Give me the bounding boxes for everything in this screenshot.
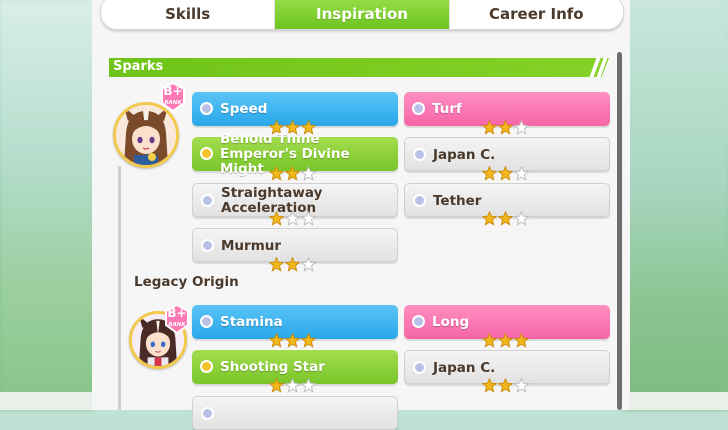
horse-girl-portrait-icon [116,105,176,165]
star-empty-icon [301,378,316,393]
star-filled-icon [498,378,513,393]
star-filled-icon [498,211,513,226]
skill-spark-icon [201,194,214,207]
spark-stars [482,333,529,349]
star-empty-icon [301,257,316,272]
spark-stars [482,211,529,227]
spark-stars [269,257,316,273]
star-filled-icon [514,333,529,348]
spark-name: Long [432,313,470,330]
spark-partial[interactable] [192,396,398,430]
star-filled-icon [498,333,513,348]
spark-stars [482,166,529,182]
rank-grade: B+ [167,306,187,320]
rank-grade: B+ [163,84,183,98]
unique-spark-icon [200,147,213,160]
spark-name: Speed [220,100,268,117]
spark-stars [269,166,316,182]
star-filled-icon [285,166,300,181]
star-empty-icon [514,211,529,226]
legacy-origin-header: Legacy Origin [134,274,239,290]
spark-name: Tether [433,192,482,209]
star-filled-icon [498,120,513,135]
star-filled-icon [498,166,513,181]
star-filled-icon [269,333,284,348]
star-filled-icon [482,211,497,226]
background-left [0,0,95,410]
spark-stars [482,120,529,136]
rank-label: RANK [168,322,186,328]
star-filled-icon [285,257,300,272]
tab-bar: Skills Inspiration Career Info [100,0,624,30]
star-filled-icon [482,378,497,393]
star-filled-icon [285,333,300,348]
tab-label: Skills [165,5,211,23]
star-filled-icon [269,257,284,272]
star-filled-icon [269,211,284,226]
lineage-connector [118,166,121,410]
star-empty-icon [285,378,300,393]
scrollbar[interactable] [617,52,622,410]
star-filled-icon [269,166,284,181]
spark-stars [269,211,316,227]
star-filled-icon [301,333,316,348]
spark-stars [269,333,316,349]
tab-inspiration[interactable]: Inspiration [274,0,450,29]
star-empty-icon [514,378,529,393]
star-empty-icon [301,211,316,226]
star-empty-icon [514,166,529,181]
star-filled-icon [482,333,497,348]
stat-spark-icon [200,102,213,115]
skill-spark-icon [413,194,426,207]
tab-skills[interactable]: Skills [101,0,274,29]
star-filled-icon [269,378,284,393]
unique-spark-icon [200,360,213,373]
spark-stars [482,378,529,394]
star-empty-icon [514,120,529,135]
star-empty-icon [285,211,300,226]
star-filled-icon [482,166,497,181]
spark-stars [269,378,316,394]
skill-spark-icon [201,407,214,420]
tab-label: Inspiration [316,5,408,23]
race-spark-icon [413,361,426,374]
stat-spark-icon [412,315,425,328]
spark-name: Turf [432,100,462,117]
race-spark-icon [413,148,426,161]
stat-spark-icon [200,315,213,328]
tab-label: Career Info [489,5,584,23]
sparks-header: Sparks [109,58,609,77]
skill-spark-icon [201,239,214,252]
sparks-header-label: Sparks [113,59,164,74]
background-right [623,0,728,410]
star-empty-icon [301,166,316,181]
star-filled-icon [482,120,497,135]
tab-career-info[interactable]: Career Info [450,0,623,29]
stat-spark-icon [412,102,425,115]
rank-label: RANK [164,100,182,106]
